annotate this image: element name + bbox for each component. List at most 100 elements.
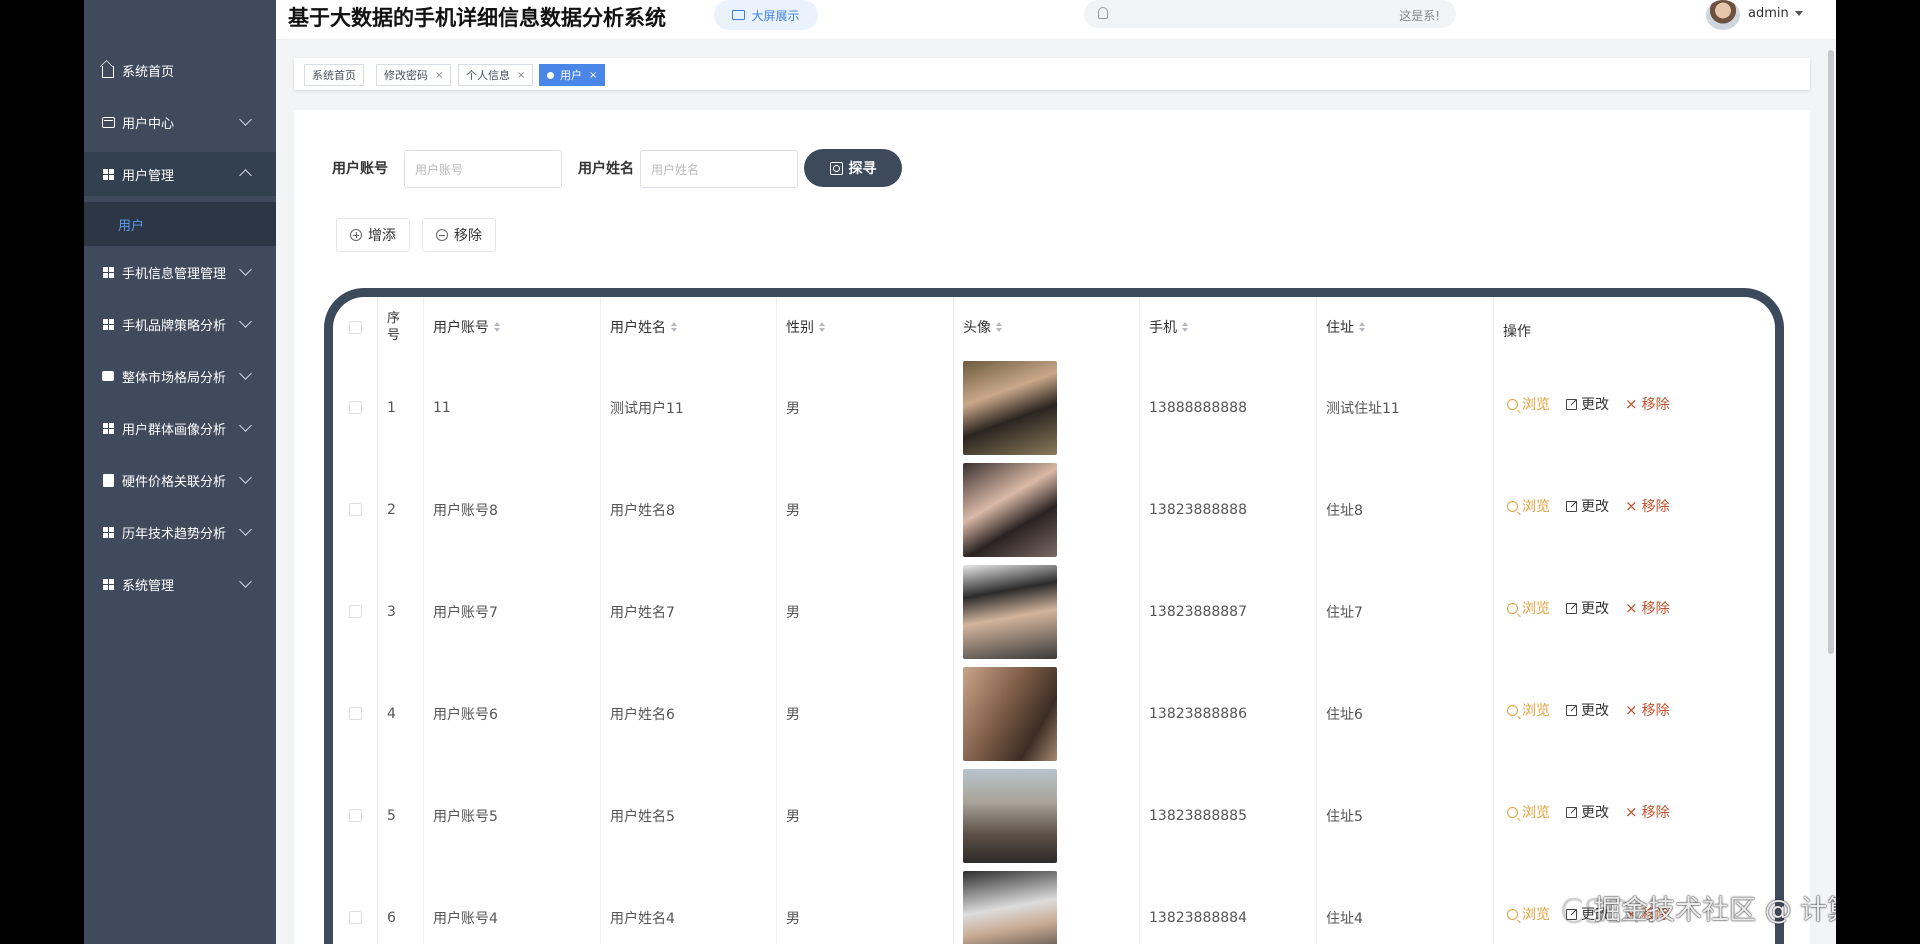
name-search-input[interactable]: 用户姓名 [640, 150, 798, 188]
sidebar-item-label: 历年技术趋势分析 [122, 526, 227, 542]
avatar-image[interactable] [963, 565, 1057, 659]
sidebar-item-label: 硬件价格关联分析 [122, 474, 227, 490]
row-checkbox[interactable] [349, 911, 362, 924]
tag-user[interactable]: 用户 × [539, 64, 606, 86]
edit-label: 更改 [1581, 499, 1609, 515]
cell-gender: 男 [786, 809, 800, 825]
sidebar-item-tech-trend[interactable]: 历年技术趋势分析 [84, 510, 276, 554]
big-screen-label: 大屏展示 [751, 8, 800, 23]
sidebar-item-user-portrait[interactable]: 用户群体画像分析 [84, 406, 276, 450]
edit-button[interactable]: 更改 [1566, 394, 1609, 414]
col-header-avatar[interactable]: 头像 [963, 297, 1002, 357]
row-checkbox[interactable] [349, 605, 362, 618]
col-header-account[interactable]: 用户账号 [433, 297, 500, 357]
sidebar-item-hardware-price[interactable]: 硬件价格关联分析 [84, 458, 276, 502]
view-button[interactable]: 浏览 [1507, 904, 1550, 924]
vertical-scrollbar[interactable] [1828, 50, 1834, 654]
tag-change-password[interactable]: 修改密码 × [376, 64, 452, 86]
add-button-label: 增添 [368, 228, 396, 244]
col-header-gender[interactable]: 性别 [786, 297, 825, 357]
cell-account: 用户账号5 [433, 809, 498, 825]
delete-button[interactable]: × 移除 [1625, 394, 1670, 414]
col-header-address[interactable]: 住址 [1326, 297, 1365, 357]
tag-label: 修改密码 [384, 69, 428, 82]
sidebar-item-home[interactable]: 系统首页 [84, 48, 276, 92]
sidebar-item-brand-strategy[interactable]: 手机品牌策略分析 [84, 302, 276, 346]
row-checkbox[interactable] [349, 707, 362, 720]
cell-phone: 13823888884 [1149, 910, 1247, 926]
tag-home[interactable]: 系统首页 [304, 64, 364, 86]
view-button[interactable]: 浏览 [1507, 394, 1550, 414]
close-icon: × [1625, 394, 1638, 413]
delete-button[interactable]: × 移除 [1625, 598, 1670, 618]
view-button[interactable]: 浏览 [1507, 802, 1550, 822]
close-icon[interactable]: × [517, 70, 525, 81]
sidebar: 系统首页 用户中心 用户管理 用户 手机信息管理管理 手机品牌策略分析 整体市场… [84, 0, 276, 944]
close-icon[interactable]: × [435, 70, 443, 81]
avatar-image[interactable] [963, 361, 1057, 455]
cell-phone: 13823888887 [1149, 604, 1247, 620]
monitor-icon [732, 10, 746, 20]
sidebar-item-label: 手机信息管理管理 [122, 266, 227, 282]
search-button-label: 探寻 [848, 161, 877, 177]
row-checkbox[interactable] [349, 503, 362, 516]
cell-no: 1 [387, 400, 396, 416]
bell-icon [1098, 7, 1108, 19]
view-button[interactable]: 浏览 [1507, 496, 1550, 516]
avatar-image[interactable] [963, 871, 1057, 944]
search-button[interactable]: 探寻 [804, 149, 902, 187]
view-button[interactable]: 浏览 [1507, 598, 1550, 618]
edit-button[interactable]: 更改 [1566, 598, 1609, 618]
chat-icon [100, 368, 116, 384]
cell-no: 6 [387, 910, 396, 926]
cell-account: 用户账号8 [433, 503, 498, 519]
col-header-label: 住址 [1326, 320, 1354, 336]
user-menu[interactable]: admin [1748, 6, 1803, 21]
row-checkbox[interactable] [349, 809, 362, 822]
avatar[interactable] [1706, 0, 1740, 30]
avatar-image[interactable] [963, 667, 1057, 761]
edit-button[interactable]: 更改 [1566, 496, 1609, 516]
close-icon[interactable]: × [589, 70, 597, 81]
sort-icon [819, 322, 825, 332]
delete-button[interactable]: × 移除 [1625, 700, 1670, 720]
cell-account: 用户账号4 [433, 911, 498, 927]
edit-button[interactable]: 更改 [1566, 700, 1609, 720]
account-search-input[interactable]: 用户账号 [404, 150, 562, 188]
col-header-name[interactable]: 用户姓名 [610, 297, 677, 357]
card-icon [100, 114, 116, 130]
chevron-down-icon [239, 575, 252, 588]
view-button[interactable]: 浏览 [1507, 700, 1550, 720]
select-all-checkbox[interactable] [349, 321, 362, 334]
chevron-down-icon [239, 113, 252, 126]
delete-button[interactable]: × 移除 [1625, 496, 1670, 516]
remove-button[interactable]: 移除 [422, 218, 496, 252]
cell-account: 用户账号7 [433, 605, 498, 621]
sidebar-item-user-management[interactable]: 用户管理 [84, 152, 276, 196]
sidebar-item-market[interactable]: 整体市场格局分析 [84, 354, 276, 398]
col-header-phone[interactable]: 手机 [1149, 297, 1188, 357]
col-header-label: 用户姓名 [610, 320, 666, 336]
edit-button[interactable]: 更改 [1566, 802, 1609, 822]
delete-button[interactable]: × 移除 [1625, 802, 1670, 822]
avatar-image[interactable] [963, 463, 1057, 557]
sidebar-item-system[interactable]: 系统管理 [84, 562, 276, 606]
remove-button-label: 移除 [454, 228, 482, 244]
cell-gender: 男 [786, 911, 800, 927]
cell-name: 用户姓名5 [610, 809, 675, 825]
row-checkbox[interactable] [349, 401, 362, 414]
app-title: 基于大数据的手机详细信息数据分析系统 [288, 6, 666, 30]
chevron-down-icon [239, 315, 252, 328]
sidebar-item-phone-info[interactable]: 手机信息管理管理 [84, 250, 276, 294]
edit-icon [1566, 398, 1577, 410]
cell-address: 住址8 [1326, 503, 1363, 519]
tag-personal-info[interactable]: 个人信息 × [458, 64, 534, 86]
avatar-image[interactable] [963, 769, 1057, 863]
big-screen-button[interactable]: 大屏展示 [714, 0, 818, 30]
sidebar-item-user-center[interactable]: 用户中心 [84, 100, 276, 144]
edit-label: 更改 [1581, 805, 1609, 821]
add-button[interactable]: 增添 [336, 218, 410, 252]
sidebar-subitem-user[interactable]: 用户 [84, 202, 276, 246]
close-icon: × [1625, 802, 1638, 821]
name-label: 用户姓名 [578, 161, 634, 177]
